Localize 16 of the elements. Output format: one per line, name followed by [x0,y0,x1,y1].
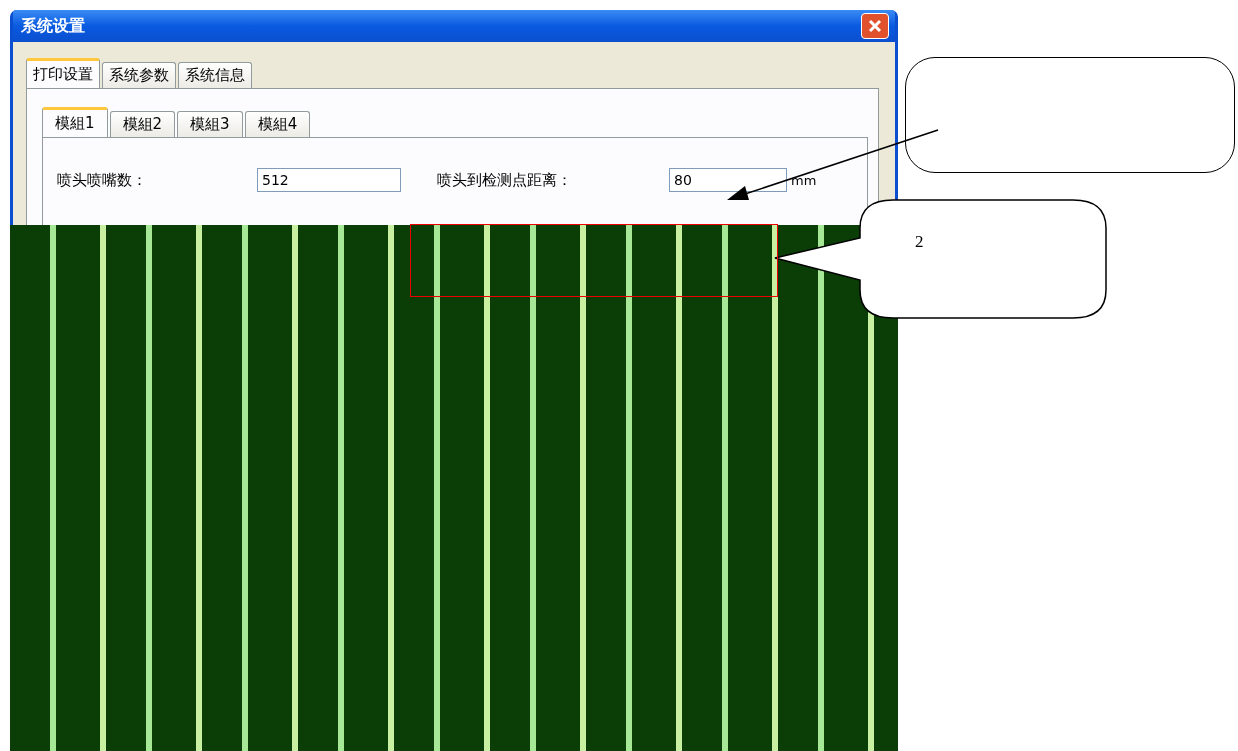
tab[interactable]: 打印设置 [26,58,100,88]
tab[interactable]: 系统参数 [102,62,176,88]
tab[interactable]: 系统信息 [178,62,252,88]
tab[interactable]: 模組2 [109,111,176,137]
input-field[interactable]: 80 [669,168,787,192]
tab[interactable]: 模組1 [42,107,108,137]
tab[interactable]: 模組4 [244,111,311,137]
unit-label: mm [791,172,817,188]
close-icon [868,19,882,33]
field-label: 喷头到检测点距离： [437,170,573,190]
window-title: 系统设置 [21,15,85,37]
close-button[interactable] [861,13,889,39]
field-label: 喷头喷嘴数： [57,170,148,190]
tab[interactable]: 模組3 [177,111,243,137]
callout-number: 2 [915,232,924,252]
input-field[interactable]: 512 [257,168,401,192]
